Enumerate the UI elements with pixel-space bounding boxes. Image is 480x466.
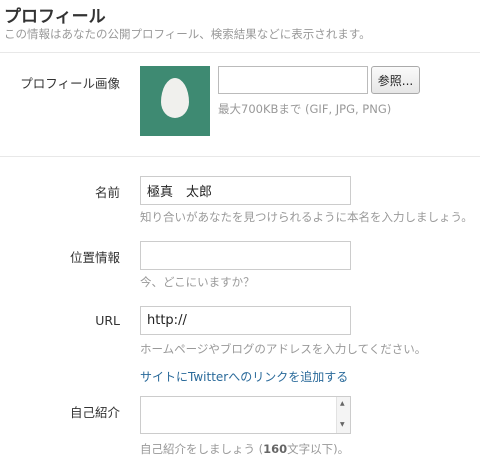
page-subtitle: この情報はあなたの公開プロフィール、検索結果などに表示されます。 <box>4 27 371 41</box>
url-hint: ホームページやブログのアドレスを入力してください。 <box>140 342 427 356</box>
file-input[interactable] <box>218 66 368 94</box>
profile-image-label: プロフィール画像 <box>20 76 120 91</box>
url-input[interactable] <box>140 306 351 335</box>
bio-hint: 自己紹介をしましょう (160文字以下)。 <box>140 441 349 457</box>
url-label: URL <box>95 313 120 328</box>
profile-image-hint: 最大700KBまで (GIF, JPG, PNG) <box>218 102 392 116</box>
bio-scrollbar[interactable]: ▲ ▼ <box>336 397 350 433</box>
egg-icon <box>161 78 189 118</box>
name-hint: 知り合いがあなたを見つけられるように本名を入力しましょう。 <box>140 210 473 224</box>
header-divider <box>0 52 480 53</box>
avatar <box>140 66 210 136</box>
scroll-down-icon[interactable]: ▼ <box>340 422 345 428</box>
bio-hint-prefix: 自己紹介をしましょう ( <box>140 442 264 456</box>
bio-hint-suffix: 文字以下)。 <box>287 442 350 456</box>
add-twitter-link[interactable]: サイトにTwitterへのリンクを追加する <box>140 368 348 385</box>
browse-button[interactable]: 参照... <box>371 66 420 94</box>
location-input[interactable] <box>140 241 351 270</box>
bio-textarea[interactable]: ▲ ▼ <box>140 396 351 434</box>
location-label: 位置情報 <box>69 250 120 265</box>
section-divider <box>0 156 480 157</box>
name-label: 名前 <box>94 185 120 200</box>
bio-label: 自己紹介 <box>69 405 120 420</box>
name-input[interactable] <box>140 176 351 205</box>
bio-hint-count: 160 <box>263 442 288 456</box>
page-title: プロフィール <box>4 7 106 27</box>
location-hint: 今、どこにいますか？ <box>140 275 255 289</box>
scroll-up-icon[interactable]: ▲ <box>340 401 345 407</box>
